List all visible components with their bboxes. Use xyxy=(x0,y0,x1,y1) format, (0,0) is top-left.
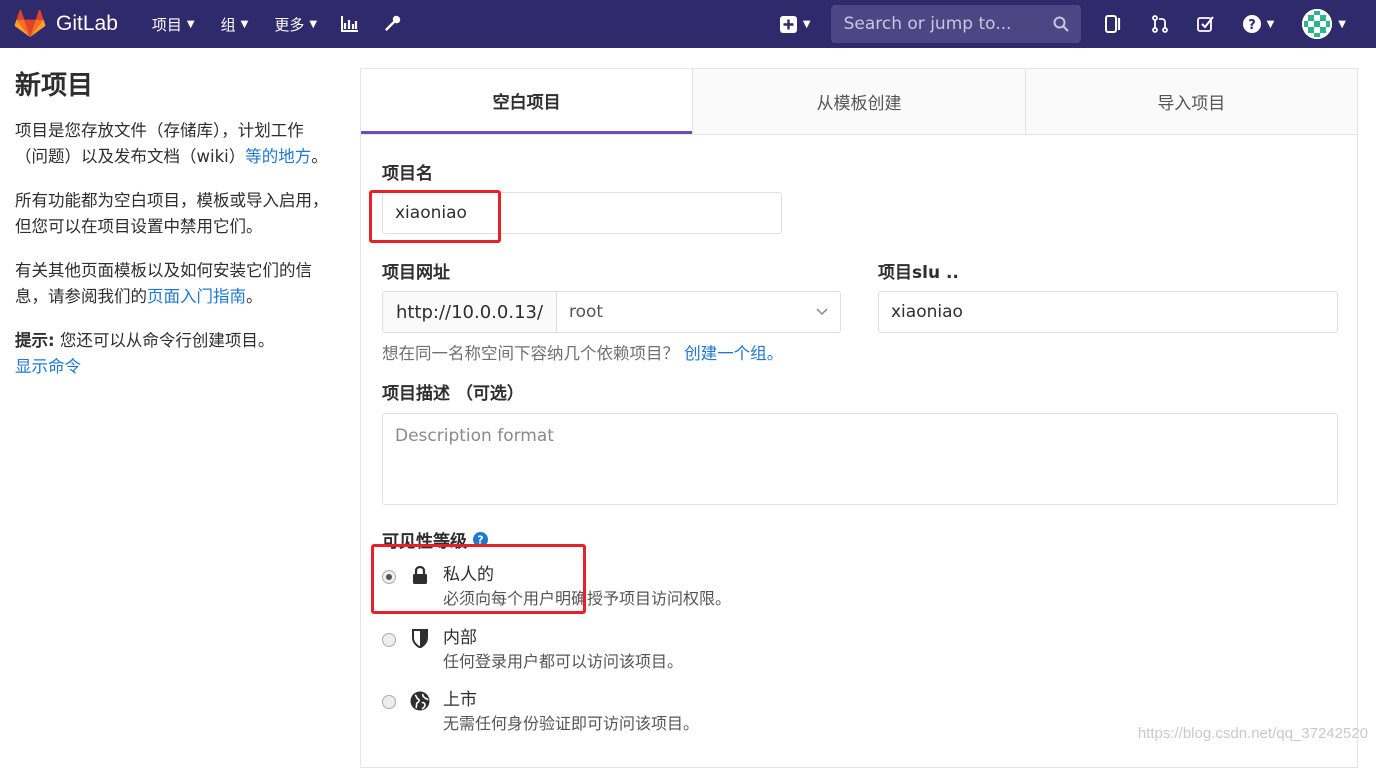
create-group-link[interactable]: 创建一个组。 xyxy=(684,344,783,363)
chevron-down-icon: ▼ xyxy=(802,18,811,30)
project-url-label: 项目网址 xyxy=(382,263,450,283)
tab-import-project[interactable]: 导入项目 xyxy=(1024,69,1357,134)
pages-paragraph: 有关其他页面模板以及如何安装它们的信息，请参阅我们的页面入门指南。 xyxy=(15,258,335,310)
todo-check-icon[interactable] xyxy=(1196,15,1215,33)
lock-icon xyxy=(410,566,430,611)
wrench-icon[interactable] xyxy=(383,15,401,33)
visibility-radio-private[interactable] xyxy=(382,570,396,584)
issues-board-icon[interactable] xyxy=(1104,15,1123,33)
pages-end: 。 xyxy=(246,287,263,306)
new-project-panel: 空白项目 从模板创建 导入项目 项目名 项目网址 http://10.0.0.1… xyxy=(360,68,1358,768)
project-name-label: 项目名 xyxy=(382,164,433,184)
help-icon[interactable]: ? xyxy=(473,532,488,547)
tab-blank-project[interactable]: 空白项目 xyxy=(361,69,693,134)
project-name-input[interactable] xyxy=(382,192,782,234)
sidebar-info: 新项目 项目是您存放文件（存储库），计划工作（问题）以及发布文档（wiki）等的… xyxy=(15,68,335,398)
intro-link[interactable]: 等的地方 xyxy=(245,147,311,166)
group-help-text: 想在同一名称空间下容纳几个依赖项目？ 创建一个组。 xyxy=(382,340,783,364)
user-menu[interactable]: ▼ xyxy=(1302,9,1346,39)
visibility-public-text: 上市 无需任何身份验证即可访问该项目。 xyxy=(443,688,699,736)
show-command-link[interactable]: 显示命令 xyxy=(15,357,81,376)
nav-groups-label: 组 xyxy=(220,15,236,34)
features-paragraph: 所有功能都为空白项目，模板或导入启用，但您可以在项目设置中禁用它们。 xyxy=(15,191,329,236)
visibility-internal-text: 内部 任何登录用户都可以访问该项目。 xyxy=(443,626,683,674)
nav-more[interactable]: 更多 ▼ xyxy=(274,14,317,35)
url-prefix: http://10.0.0.13/ xyxy=(382,291,556,333)
visibility-radio-public[interactable] xyxy=(382,695,396,709)
visibility-label-text: 可见性等级 xyxy=(382,532,467,552)
top-navbar: GitLab 项目 ▼ 组 ▼ 更多 ▼ ▼ Search or jump to… xyxy=(0,0,1376,48)
search-icon xyxy=(1053,16,1069,32)
pages-guide-link[interactable]: 页面入门指南 xyxy=(147,287,246,306)
tip-text: 您还可以从命令行创建项目。 xyxy=(54,331,275,350)
search-input[interactable] xyxy=(841,13,1036,35)
namespace-select[interactable]: root xyxy=(556,291,841,333)
nav-projects[interactable]: 项目 ▼ xyxy=(152,14,195,35)
help-dropdown[interactable]: ? ▼ xyxy=(1242,15,1275,33)
nav-projects-label: 项目 xyxy=(151,15,182,34)
activity-chart-icon[interactable] xyxy=(341,16,359,32)
chevron-down-icon: ▼ xyxy=(186,18,195,30)
chevron-down-icon: ▼ xyxy=(240,18,249,30)
visibility-radio-internal[interactable] xyxy=(382,633,396,647)
project-tabs: 空白项目 从模板创建 导入项目 xyxy=(361,69,1357,135)
brand-name: GitLab xyxy=(56,12,118,35)
project-description-input[interactable] xyxy=(382,413,1338,505)
intro-paragraph: 项目是您存放文件（存储库），计划工作（问题）以及发布文档（wiki）等的地方。 xyxy=(15,118,335,170)
search-box[interactable] xyxy=(830,5,1081,43)
chevron-down-icon xyxy=(816,308,828,316)
svg-text:?: ? xyxy=(477,534,483,547)
navbar-right: ▼ ? ▼ ▼ xyxy=(779,0,1376,48)
merge-request-icon[interactable] xyxy=(1151,15,1169,33)
globe-icon xyxy=(410,691,430,736)
svg-text:?: ? xyxy=(1248,18,1256,33)
namespace-value: root xyxy=(569,302,604,322)
tip-paragraph: 提示: 您还可以从命令行创建项目。 显示命令 xyxy=(15,328,335,380)
visibility-private-desc: 必须向每个用户明确授予项目访问权限。 xyxy=(443,589,732,608)
brand[interactable]: GitLab xyxy=(14,10,118,38)
project-slug-label: 项目slu .. xyxy=(878,263,959,283)
nav-more-label: 更多 xyxy=(274,15,305,34)
intro-end: 。 xyxy=(311,147,328,166)
project-slug-input[interactable] xyxy=(878,291,1338,333)
tip-label: 提示: xyxy=(15,331,55,350)
shield-icon xyxy=(410,629,430,674)
visibility-private-title: 私人的 xyxy=(443,565,494,585)
visibility-option-private: 私人的 必须向每个用户明确授予项目访问权限。 xyxy=(382,563,731,611)
help-icon: ? xyxy=(1242,15,1261,33)
project-description-label: 项目描述 （可选） xyxy=(382,384,524,404)
visibility-internal-desc: 任何登录用户都可以访问该项目。 xyxy=(443,652,684,671)
visibility-label: 可见性等级 ? xyxy=(382,527,488,552)
gitlab-logo-icon xyxy=(14,10,46,38)
chevron-down-icon: ▼ xyxy=(1266,18,1275,30)
visibility-option-internal: 内部 任何登录用户都可以访问该项目。 xyxy=(382,626,683,674)
plus-square-icon xyxy=(779,15,797,33)
visibility-option-public: 上市 无需任何身份验证即可访问该项目。 xyxy=(382,688,699,736)
group-help-label: 想在同一名称空间下容纳几个依赖项目？ xyxy=(382,344,679,363)
new-item-dropdown[interactable]: ▼ xyxy=(779,15,811,33)
chevron-down-icon: ▼ xyxy=(1338,18,1346,30)
visibility-public-desc: 无需任何身份验证即可访问该项目。 xyxy=(443,714,700,733)
avatar xyxy=(1302,9,1333,39)
visibility-public-title: 上市 xyxy=(443,690,477,710)
page-title: 新项目 xyxy=(15,71,94,101)
watermark: https://blog.csdn.net/qq_37242520 xyxy=(1137,725,1368,742)
chevron-down-icon: ▼ xyxy=(309,18,318,30)
nav-groups[interactable]: 组 ▼ xyxy=(221,14,249,35)
tab-from-template[interactable]: 从模板创建 xyxy=(692,69,1025,134)
visibility-internal-title: 内部 xyxy=(443,628,477,648)
visibility-private-text: 私人的 必须向每个用户明确授予项目访问权限。 xyxy=(443,563,731,611)
